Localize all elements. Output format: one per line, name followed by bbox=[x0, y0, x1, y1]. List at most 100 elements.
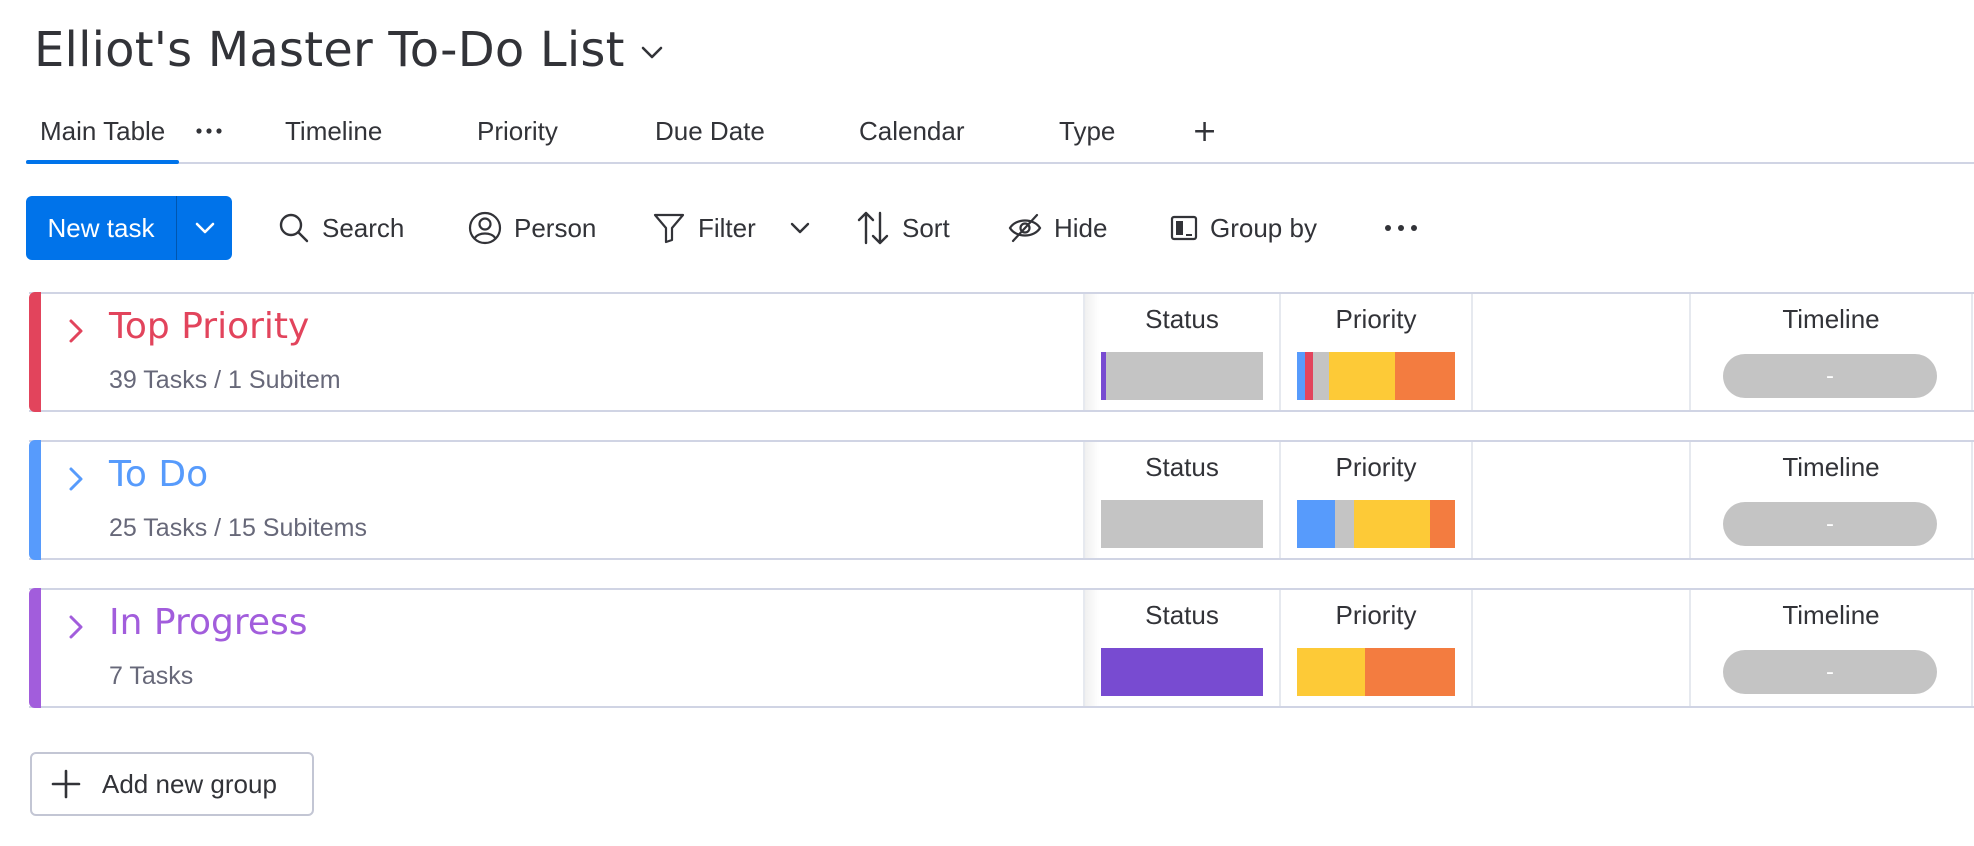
add-new-group-button[interactable]: Add new group bbox=[30, 752, 314, 816]
group-by-label: Group by bbox=[1210, 212, 1317, 243]
hide-button[interactable]: Hide bbox=[1008, 196, 1107, 260]
summary-segment bbox=[1304, 352, 1313, 400]
tab-timeline[interactable]: Timeline bbox=[285, 100, 382, 162]
filter-button[interactable]: Filter bbox=[652, 196, 756, 260]
search-button[interactable]: Search bbox=[278, 196, 404, 260]
group-name[interactable]: In Progress bbox=[109, 602, 308, 643]
group-color-bar bbox=[29, 440, 41, 560]
timeline-summary[interactable]: - bbox=[1723, 354, 1937, 398]
person-filter-button[interactable]: Person bbox=[468, 196, 596, 260]
filter-dropdown-button[interactable] bbox=[790, 196, 822, 260]
group-color-bar bbox=[29, 588, 41, 708]
priority-summary-bar[interactable] bbox=[1297, 352, 1455, 400]
summary-segment bbox=[1101, 648, 1263, 696]
status-column-header[interactable]: Status bbox=[1085, 304, 1279, 335]
summary-segment bbox=[1297, 352, 1305, 400]
priority-summary-bar[interactable] bbox=[1297, 648, 1455, 696]
summary-segment bbox=[1353, 500, 1430, 548]
status-summary-bar[interactable] bbox=[1101, 648, 1263, 696]
divider bbox=[1471, 294, 1473, 410]
status-column-header[interactable]: Status bbox=[1085, 600, 1279, 631]
sort-button[interactable]: Sort bbox=[856, 196, 950, 260]
summary-segment bbox=[1297, 500, 1335, 548]
timeline-column-header[interactable]: Timeline bbox=[1691, 304, 1971, 335]
summary-segment bbox=[1334, 500, 1354, 548]
timeline-summary[interactable]: - bbox=[1723, 650, 1937, 694]
plus-icon bbox=[51, 769, 81, 799]
group-count: 7 Tasks bbox=[109, 662, 194, 690]
add-new-group-label: Add new group bbox=[102, 768, 277, 799]
tab-due-date[interactable]: Due Date bbox=[655, 100, 765, 162]
tab-label: Due Date bbox=[655, 115, 765, 146]
expand-chevron-icon[interactable] bbox=[63, 614, 89, 640]
timeline-summary[interactable]: - bbox=[1723, 502, 1937, 546]
timeline-column-header[interactable]: Timeline bbox=[1691, 600, 1971, 631]
board-title[interactable]: Elliot's Master To-Do List bbox=[34, 22, 625, 78]
group-count: 39 Tasks / 1 Subitem bbox=[109, 366, 341, 394]
filter-icon bbox=[653, 213, 685, 244]
divider bbox=[1971, 442, 1973, 558]
tab-label: Calendar bbox=[859, 115, 965, 146]
group-color-bar bbox=[29, 292, 41, 412]
search-icon bbox=[279, 213, 309, 243]
priority-column-header[interactable]: Priority bbox=[1281, 600, 1471, 631]
status-summary-bar[interactable] bbox=[1101, 500, 1263, 548]
sort-icon bbox=[857, 211, 889, 245]
chevron-down-icon bbox=[195, 222, 214, 234]
tab-label: Type bbox=[1059, 115, 1116, 146]
expand-chevron-icon[interactable] bbox=[63, 318, 89, 344]
board-title-area: Elliot's Master To-Do List bbox=[34, 18, 663, 82]
group-count: 25 Tasks / 15 Subitems bbox=[109, 514, 368, 542]
person-label: Person bbox=[514, 212, 597, 243]
toolbar: New task Search Person Filter Sort Hide … bbox=[26, 196, 1974, 260]
status-summary-bar[interactable] bbox=[1101, 352, 1263, 400]
divider bbox=[1471, 442, 1473, 558]
summary-segment bbox=[1429, 500, 1455, 548]
divider bbox=[1471, 590, 1473, 706]
more-dots-icon[interactable] bbox=[196, 100, 222, 162]
group-by-button[interactable]: Group by bbox=[1170, 196, 1317, 260]
summary-segment bbox=[1105, 352, 1263, 400]
summary-segment bbox=[1312, 352, 1329, 400]
new-task-button-group: New task bbox=[26, 196, 232, 260]
expand-chevron-icon[interactable] bbox=[63, 466, 89, 492]
tab-label: Main Table bbox=[40, 115, 166, 146]
tab-type[interactable]: Type bbox=[1059, 100, 1115, 162]
tab-main-table[interactable]: Main Table bbox=[25, 100, 180, 164]
group-name[interactable]: To Do bbox=[109, 454, 208, 495]
status-column-header[interactable]: Status bbox=[1085, 452, 1279, 483]
tab-label: Timeline bbox=[285, 115, 383, 146]
group-to-do: To Do 25 Tasks / 15 Subitems Status Prio… bbox=[29, 440, 1974, 560]
search-label: Search bbox=[322, 212, 405, 243]
new-task-button[interactable]: New task bbox=[26, 196, 176, 260]
more-options-button[interactable] bbox=[1384, 196, 1430, 260]
divider bbox=[1971, 590, 1973, 706]
hide-label: Hide bbox=[1054, 212, 1108, 243]
chevron-down-icon bbox=[790, 222, 810, 234]
summary-segment bbox=[1328, 352, 1395, 400]
new-task-dropdown-button[interactable] bbox=[176, 196, 232, 260]
divider bbox=[1971, 294, 1973, 410]
priority-summary-bar[interactable] bbox=[1297, 500, 1455, 548]
summary-segment bbox=[1297, 648, 1365, 696]
group-by-icon bbox=[1170, 215, 1198, 241]
more-dots-icon bbox=[1385, 225, 1417, 231]
group-in-progress: In Progress 7 Tasks Status Priority Time… bbox=[29, 588, 1974, 708]
summary-segment bbox=[1364, 648, 1455, 696]
tab-calendar[interactable]: Calendar bbox=[859, 100, 965, 162]
summary-segment bbox=[1394, 352, 1455, 400]
add-view-button[interactable]: + bbox=[1192, 100, 1217, 162]
eye-off-icon bbox=[1008, 213, 1042, 243]
chevron-down-icon[interactable] bbox=[641, 42, 663, 64]
filter-label: Filter bbox=[698, 212, 756, 243]
priority-column-header[interactable]: Priority bbox=[1281, 304, 1471, 335]
tab-label: Priority bbox=[477, 115, 558, 146]
priority-column-header[interactable]: Priority bbox=[1281, 452, 1471, 483]
summary-segment bbox=[1101, 500, 1263, 548]
group-name[interactable]: Top Priority bbox=[109, 306, 309, 347]
tab-priority[interactable]: Priority bbox=[477, 100, 558, 162]
view-tabs: Main Table Timeline Priority Due Date Ca… bbox=[25, 100, 1974, 164]
person-icon bbox=[468, 211, 502, 245]
timeline-column-header[interactable]: Timeline bbox=[1691, 452, 1971, 483]
group-top-priority: Top Priority 39 Tasks / 1 Subitem Status… bbox=[29, 292, 1974, 412]
